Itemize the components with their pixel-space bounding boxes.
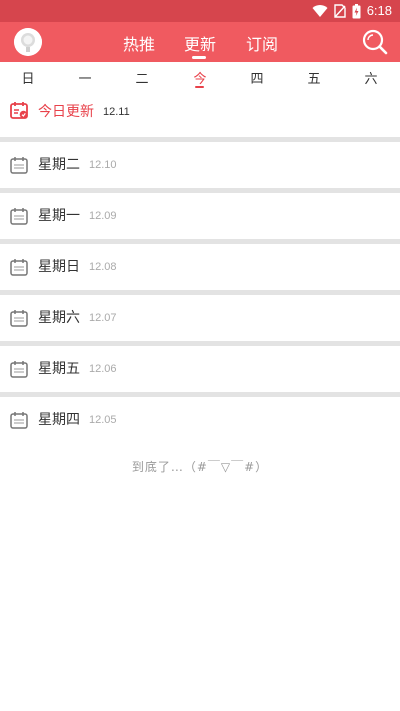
schedule-date: 12.06 [89, 363, 117, 375]
schedule-item[interactable]: 星期四 12.05 [0, 397, 400, 443]
schedule-date: 12.09 [89, 210, 117, 222]
calendar-icon [10, 361, 28, 378]
calendar-icon [10, 157, 28, 174]
schedule-label: 星期五 [38, 361, 80, 377]
battery-charging-icon [352, 3, 361, 18]
end-of-list-message: 到底了…（#￣▽￣#） [131, 460, 269, 474]
tab-subscriptions[interactable]: 订阅 [246, 31, 278, 55]
tab-indicator [192, 56, 206, 59]
schedule-label: 星期一 [38, 208, 80, 224]
no-sim-icon [333, 4, 346, 18]
calendar-icon [10, 412, 28, 429]
week-tab-underline [195, 86, 204, 88]
schedule-label: 星期日 [38, 259, 80, 275]
calendar-icon [10, 208, 28, 225]
status-icons: 6:18 [312, 3, 392, 19]
schedule-item-today[interactable]: 今日更新 12.11 [0, 89, 400, 135]
week-tab-sat[interactable]: 六 [356, 68, 386, 87]
schedule-item[interactable]: 星期五 12.06 [0, 346, 400, 392]
schedule-date: 12.08 [89, 261, 117, 273]
week-tab-sun[interactable]: 日 [13, 68, 43, 87]
schedule-date: 12.05 [89, 414, 117, 426]
schedule-item[interactable]: 星期六 12.07 [0, 295, 400, 341]
wifi-icon [312, 5, 328, 18]
tab-hot[interactable]: 热推 [123, 31, 155, 55]
schedule-date: 12.10 [89, 159, 117, 171]
week-tab-mon[interactable]: 一 [70, 68, 100, 87]
schedule-item[interactable]: 星期日 12.08 [0, 244, 400, 290]
week-tab-thu[interactable]: 四 [242, 68, 272, 87]
status-time: 6:18 [366, 3, 392, 18]
calendar-today-icon [10, 102, 28, 119]
schedule-label: 星期四 [38, 412, 80, 428]
week-tab-fri[interactable]: 五 [299, 68, 329, 87]
schedule-label: 今日更新 [38, 104, 94, 120]
schedule-date: 12.11 [103, 106, 130, 118]
schedule-item[interactable]: 星期二 12.10 [0, 142, 400, 188]
week-tab-tue[interactable]: 二 [127, 68, 157, 87]
app-bar: 热推 更新 订阅 [0, 22, 400, 62]
schedule-label: 星期二 [38, 157, 80, 173]
schedule-date: 12.07 [89, 312, 117, 324]
calendar-icon [10, 310, 28, 327]
calendar-icon [10, 259, 28, 276]
search-icon [362, 29, 388, 55]
status-bar: 6:18 [0, 0, 400, 22]
tab-updates[interactable]: 更新 [184, 31, 216, 55]
schedule-label: 星期六 [38, 310, 80, 326]
search-button[interactable] [361, 28, 389, 56]
schedule-item[interactable]: 星期一 12.09 [0, 193, 400, 239]
top-tabs: 热推 更新 订阅 [0, 22, 400, 62]
week-tab-today[interactable]: 今 [185, 68, 215, 87]
